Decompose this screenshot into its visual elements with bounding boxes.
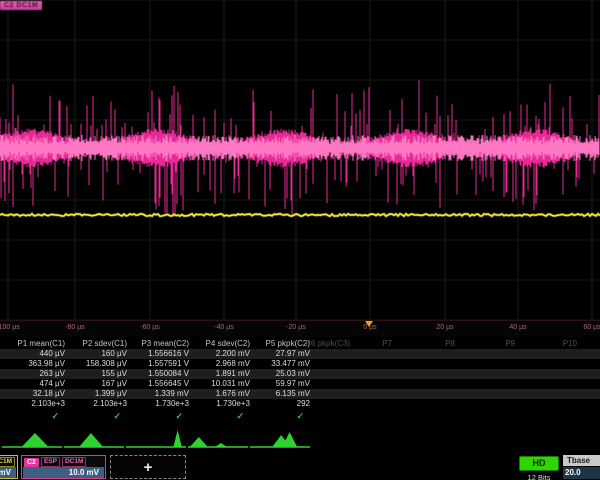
c1-vertical-scale[interactable]: 10.0 mV (0, 467, 16, 478)
time-axis-label: -40 µs (214, 324, 234, 331)
measure-histicon[interactable] (250, 426, 310, 452)
waveform-grid[interactable]: C2 DC1M (0, 0, 600, 320)
plus-icon: + (144, 459, 153, 476)
trigger-position-icon[interactable] (365, 321, 373, 327)
measure-table-row: 363.98 µV158.308 µV1.557591 V2.968 mV33.… (0, 359, 600, 369)
time-axis-label: -20 µs (286, 324, 306, 331)
measure-value: 292 (0, 399, 310, 409)
c2-esp-badge: ESP (41, 457, 60, 467)
measure-table-row: 32.18 µV1.399 µV1.339 mV1.676 mV6.135 mV (0, 389, 600, 399)
measure-value: 25.03 mV (0, 369, 310, 379)
time-axis-label: 60 µs (583, 324, 600, 331)
measure-table-row: 474 µV167 µV1.556645 V10.031 mV59.97 mV (0, 379, 600, 389)
measure-histicon[interactable] (64, 426, 124, 452)
time-axis-label: -80 µs (65, 324, 85, 331)
time-axis-label: -60 µs (140, 324, 160, 331)
measure-value: 59.97 mV (0, 379, 310, 389)
hd-indicator[interactable]: HD 12 Bits (519, 456, 559, 480)
tbase-value: 20.0 (563, 467, 600, 479)
c2-vertical-scale[interactable]: 10.0 mV (23, 467, 104, 478)
time-axis-label: -100 µs (0, 324, 20, 331)
c1-coupling-badge: DC1M (0, 457, 15, 467)
measure-status-check-icon: ✓ (0, 410, 304, 422)
time-axis: -100 µs-80 µs-60 µs-40 µs-20 µs0 µs20 µs… (0, 320, 600, 337)
measure-table-row: 263 µV155 µV1.550084 V1.891 mV25.03 mV (0, 369, 600, 379)
time-axis-label: 40 µs (509, 324, 526, 331)
channel-descriptor-c2[interactable]: C2 ESP DC1M 10.0 mV (21, 455, 106, 479)
hd-badge: HD (519, 456, 559, 471)
channel-descriptor-c1[interactable]: DC1M 10.0 mV (0, 455, 18, 479)
time-axis-label: 20 µs (436, 324, 453, 331)
waveform-traces (0, 0, 600, 320)
measure-histicon[interactable] (2, 426, 62, 452)
measure-table[interactable]: P1 mean(C1)P2 sdev(C1)P3 mean(C2)P4 sdev… (0, 338, 600, 421)
add-trace-button[interactable]: + (110, 455, 186, 479)
c2-trace-label-badge: C2 DC1M (0, 1, 42, 10)
measure-table-row: 2.103e+32.103e+31.730e+31.730e+3292 (0, 399, 600, 409)
timebase-descriptor[interactable]: Tbase 20.0 (563, 455, 600, 479)
measure-value: 6.135 mV (0, 389, 310, 399)
measure-value: 33.477 mV (0, 359, 310, 369)
descriptor-bar: DC1M 10.0 mV C2 ESP DC1M 10.0 mV + HD 12… (0, 454, 600, 480)
c2-coupling-badge: DC1M (62, 457, 86, 467)
c2-channel-badge: C2 (24, 458, 39, 467)
measure-value: 27.97 mV (0, 349, 310, 359)
measure-histicon[interactable] (126, 426, 186, 452)
oscilloscope-screen: C2 DC1M -100 µs-80 µs-60 µs-40 µs-20 µs0… (0, 0, 600, 480)
tbase-label: Tbase (563, 455, 600, 466)
measure-column-header-inactive[interactable]: P11 (0, 338, 600, 349)
histicon-row[interactable] (0, 426, 600, 452)
measure-histicon[interactable] (188, 426, 248, 452)
hd-bits-label: 12 Bits (519, 473, 559, 480)
measure-table-row: 440 µV160 µV1.556616 V2.200 mV27.97 mV (0, 349, 600, 359)
